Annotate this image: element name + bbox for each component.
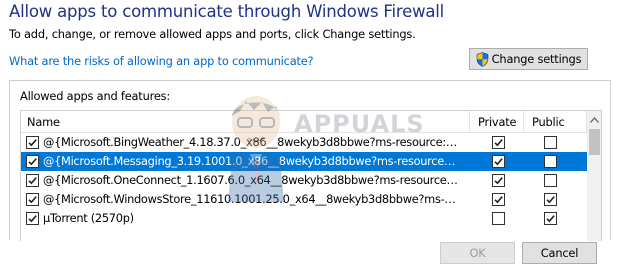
app-name: @{Microsoft.OneConnect_1.1607.6.0_x64__8…: [43, 173, 458, 187]
cancel-button[interactable]: Cancel: [522, 242, 597, 264]
column-divider: [523, 111, 524, 133]
allowed-apps-table: Name Private Public @{Microsoft.BingWeat…: [20, 110, 602, 241]
private-checkbox[interactable]: [492, 212, 505, 225]
private-checkbox[interactable]: [492, 174, 505, 187]
table-row[interactable]: @{Microsoft.BingWeather_4.18.37.0_x86__8…: [21, 133, 587, 152]
app-name: @{Microsoft.BingWeather_4.18.37.0_x86__8…: [43, 135, 458, 149]
vertical-scrollbar[interactable]: [587, 111, 601, 241]
page-subtitle: To add, change, or remove allowed apps a…: [9, 27, 416, 41]
column-header-name[interactable]: Name: [27, 115, 60, 129]
app-name: µTorrent (2570p): [43, 211, 134, 225]
table-rows: @{Microsoft.BingWeather_4.18.37.0_x86__8…: [21, 133, 587, 228]
change-settings-label: Change settings: [491, 52, 582, 66]
table-row[interactable]: @{Microsoft.Messaging_3.19.1001.0_x86__8…: [21, 152, 587, 171]
app-name: @{Microsoft.WindowsStore_11610.1001.25.0…: [43, 192, 458, 206]
page-title: Allow apps to communicate through Window…: [9, 2, 445, 21]
app-enabled-checkbox[interactable]: [26, 174, 39, 187]
public-checkbox[interactable]: [544, 212, 557, 225]
table-header: Name Private Public: [21, 111, 587, 133]
app-name: @{Microsoft.Messaging_3.19.1001.0_x86__8…: [43, 154, 458, 168]
firewall-allowed-apps-dialog: Allow apps to communicate through Window…: [0, 0, 619, 267]
app-enabled-checkbox[interactable]: [26, 212, 39, 225]
column-header-private[interactable]: Private: [478, 115, 517, 129]
public-checkbox[interactable]: [544, 174, 557, 187]
ok-button[interactable]: OK: [440, 242, 515, 264]
allowed-apps-label: Allowed apps and features:: [20, 89, 171, 103]
private-checkbox[interactable]: [492, 136, 505, 149]
app-enabled-checkbox[interactable]: [26, 155, 39, 168]
scrollbar-thumb[interactable]: [589, 129, 600, 155]
change-settings-button[interactable]: Change settings: [469, 48, 588, 70]
public-checkbox[interactable]: [544, 155, 557, 168]
column-divider: [469, 111, 470, 133]
public-checkbox[interactable]: [544, 136, 557, 149]
public-checkbox[interactable]: [544, 193, 557, 206]
allowed-apps-group: Allowed apps and features: Name Private …: [9, 80, 611, 241]
uac-shield-icon: [476, 51, 488, 67]
app-enabled-checkbox[interactable]: [26, 193, 39, 206]
app-enabled-checkbox[interactable]: [26, 136, 39, 149]
scroll-up-arrow-icon[interactable]: [587, 111, 601, 128]
table-row[interactable]: µTorrent (2570p): [21, 209, 587, 228]
risks-link[interactable]: What are the risks of allowing an app to…: [9, 54, 314, 68]
column-header-public[interactable]: Public: [532, 115, 565, 129]
table-row[interactable]: @{Microsoft.OneConnect_1.1607.6.0_x64__8…: [21, 171, 587, 190]
private-checkbox[interactable]: [492, 193, 505, 206]
private-checkbox[interactable]: [492, 155, 505, 168]
table-row[interactable]: @{Microsoft.WindowsStore_11610.1001.25.0…: [21, 190, 587, 209]
